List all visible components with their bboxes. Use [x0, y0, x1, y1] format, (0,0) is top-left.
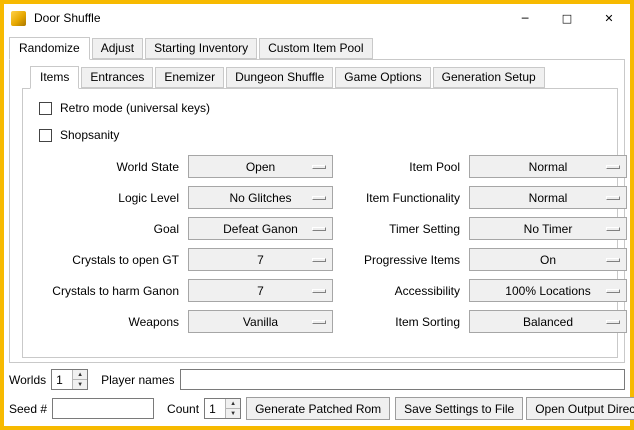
option-label: Logic Level: [29, 191, 179, 205]
logic-level-dropdown[interactable]: No Glitches: [188, 186, 333, 209]
app-icon: [11, 11, 26, 26]
tab-items[interactable]: Items: [30, 66, 79, 89]
generate-patched-rom-button[interactable]: Generate Patched Rom: [246, 397, 390, 420]
maximize-button[interactable]: □: [546, 4, 588, 32]
tab-custom-item-pool[interactable]: Custom Item Pool: [259, 38, 372, 59]
dropdown-indicator-icon: [312, 289, 326, 293]
secondary-tabs: Items Entrances Enemizer Dungeon Shuffle…: [22, 66, 618, 88]
minimize-button[interactable]: ─: [504, 4, 546, 32]
tab-game-options[interactable]: Game Options: [335, 67, 430, 88]
option-label: Item Sorting: [342, 315, 460, 329]
spinner-arrows: ▲ ▼: [225, 399, 240, 418]
spin-down-icon[interactable]: ▼: [226, 409, 240, 418]
dropdown-indicator-icon: [312, 227, 326, 231]
window-controls: ─ □ ✕: [504, 4, 630, 32]
shopsanity-checkbox[interactable]: Shopsanity: [39, 128, 611, 142]
retro-mode-checkbox[interactable]: Retro mode (universal keys): [39, 101, 611, 115]
option-label: Weapons: [29, 315, 179, 329]
seed-label: Seed #: [9, 402, 47, 416]
bottom-bar: Worlds 1 ▲ ▼ Player names Seed # Count 1: [9, 369, 625, 420]
close-button[interactable]: ✕: [588, 4, 630, 32]
dropdown-indicator-icon: [606, 258, 620, 262]
dropdown-indicator-icon: [606, 320, 620, 324]
option-label: Accessibility: [342, 284, 460, 298]
dropdown-indicator-icon: [312, 320, 326, 324]
tab-enemizer[interactable]: Enemizer: [155, 67, 224, 88]
right-buttons: Save Settings to File Open Output Direct…: [395, 397, 634, 420]
primary-notebook: Randomize Adjust Starting Inventory Cust…: [9, 37, 625, 363]
accessibility-dropdown[interactable]: 100% Locations: [469, 279, 627, 302]
world-state-dropdown[interactable]: Open: [188, 155, 333, 178]
count-label: Count: [167, 402, 199, 416]
titlebar[interactable]: Door Shuffle ─ □ ✕: [4, 4, 630, 32]
checkbox-box-icon[interactable]: [39, 102, 52, 115]
dropdown-indicator-icon: [312, 165, 326, 169]
option-label: Crystals to harm Ganon: [29, 284, 179, 298]
tab-dungeon-shuffle[interactable]: Dungeon Shuffle: [226, 67, 333, 88]
player-names-input[interactable]: [180, 369, 626, 390]
item-sorting-dropdown[interactable]: Balanced: [469, 310, 627, 333]
worlds-label: Worlds: [9, 373, 46, 387]
checkbox-box-icon[interactable]: [39, 129, 52, 142]
spin-up-icon[interactable]: ▲: [226, 399, 240, 409]
worlds-row: Worlds 1 ▲ ▼ Player names: [9, 369, 625, 390]
option-label: Timer Setting: [342, 222, 460, 236]
dropdown-indicator-icon: [606, 289, 620, 293]
dropdown-indicator-icon: [312, 196, 326, 200]
spin-down-icon[interactable]: ▼: [73, 380, 87, 389]
save-settings-button[interactable]: Save Settings to File: [395, 397, 523, 420]
dropdown-indicator-icon: [606, 227, 620, 231]
option-label: Item Pool: [342, 160, 460, 174]
timer-setting-dropdown[interactable]: No Timer: [469, 217, 627, 240]
dropdown-indicator-icon: [606, 196, 620, 200]
checkbox-label: Shopsanity: [60, 128, 119, 142]
tab-entrances[interactable]: Entrances: [81, 67, 153, 88]
option-label: Crystals to open GT: [29, 253, 179, 267]
option-label: Item Functionality: [342, 191, 460, 205]
randomize-pane: Items Entrances Enemizer Dungeon Shuffle…: [9, 59, 625, 363]
open-output-directory-button[interactable]: Open Output Directory: [526, 397, 634, 420]
window-body: Randomize Adjust Starting Inventory Cust…: [4, 32, 630, 426]
tab-generation-setup[interactable]: Generation Setup: [433, 67, 545, 88]
seed-input[interactable]: [52, 398, 154, 419]
crystals-open-gt-dropdown[interactable]: 7: [188, 248, 333, 271]
window: Door Shuffle ─ □ ✕ Randomize Adjust Star…: [0, 0, 634, 430]
item-functionality-dropdown[interactable]: Normal: [469, 186, 627, 209]
goal-dropdown[interactable]: Defeat Ganon: [188, 217, 333, 240]
option-label: World State: [29, 160, 179, 174]
option-label: Progressive Items: [342, 253, 460, 267]
spin-up-icon[interactable]: ▲: [73, 370, 87, 380]
crystals-harm-ganon-dropdown[interactable]: 7: [188, 279, 333, 302]
player-names-label: Player names: [101, 373, 174, 387]
dropdown-indicator-icon: [606, 165, 620, 169]
progressive-items-dropdown[interactable]: On: [469, 248, 627, 271]
option-label: Goal: [29, 222, 179, 236]
checkbox-label: Retro mode (universal keys): [60, 101, 210, 115]
worlds-spinner[interactable]: 1 ▲ ▼: [51, 369, 88, 390]
window-title: Door Shuffle: [34, 11, 504, 25]
items-pane: Retro mode (universal keys) Shopsanity W…: [22, 88, 618, 358]
count-spinner[interactable]: 1 ▲ ▼: [204, 398, 241, 419]
tab-adjust[interactable]: Adjust: [92, 38, 143, 59]
primary-tabs: Randomize Adjust Starting Inventory Cust…: [9, 37, 625, 59]
tab-randomize[interactable]: Randomize: [9, 37, 90, 60]
weapons-dropdown[interactable]: Vanilla: [188, 310, 333, 333]
tab-starting-inventory[interactable]: Starting Inventory: [145, 38, 257, 59]
dropdown-indicator-icon: [312, 258, 326, 262]
seed-row: Seed # Count 1 ▲ ▼ Generate Patched Rom …: [9, 397, 625, 420]
options-grid: World State Open Item Pool Normal Logic …: [29, 155, 611, 333]
spinner-arrows: ▲ ▼: [72, 370, 87, 389]
item-pool-dropdown[interactable]: Normal: [469, 155, 627, 178]
